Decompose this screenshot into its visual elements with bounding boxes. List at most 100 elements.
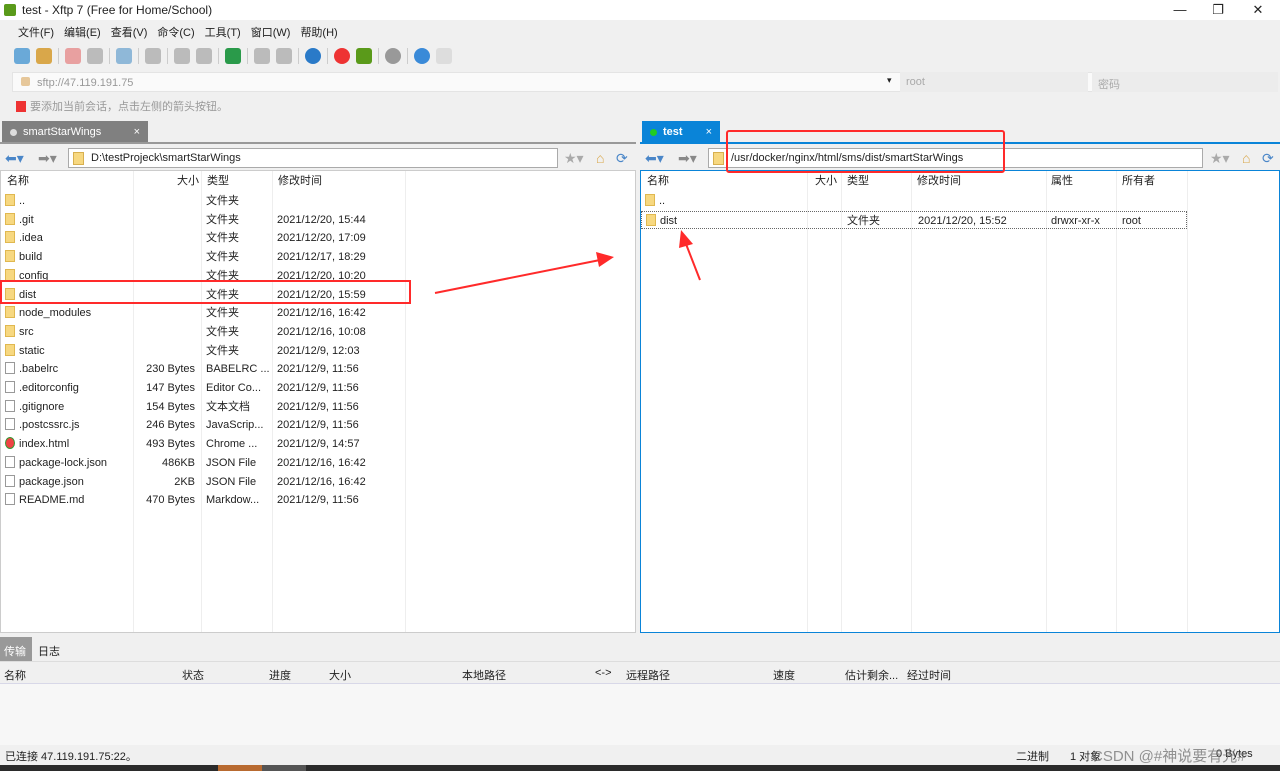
help-icon[interactable] [414,48,430,64]
file-row[interactable]: package.json 2KB JSON File 2021/12/16, 16:4… [1,473,635,491]
tab-log[interactable]: 日志 [38,643,60,659]
col-name[interactable]: 名称 [643,171,669,191]
col-name[interactable]: 名称 [3,171,29,191]
xftp-icon[interactable] [356,48,372,64]
col-date[interactable]: 修改时间 [913,171,961,191]
tab-remote[interactable]: test × [642,121,720,143]
local-path-input[interactable]: D:\testProjeck\smartStarWings [68,148,558,168]
file-row[interactable]: config 文件夹 2021/12/20, 10:20 [1,267,635,285]
file-size: 147 Bytes [146,382,195,394]
menu-file[interactable]: 文件(F) [18,24,54,40]
home-icon[interactable]: ⌂ [1242,150,1250,166]
file-row[interactable]: package-lock.json 486KB JSON File 2021/12/1… [1,454,635,472]
file-row[interactable]: .editorconfig 147 Bytes Editor Co... 2021/1… [1,379,635,397]
back-icon[interactable]: ⬅▾ [5,150,24,167]
col-eta[interactable]: 估计剩余... [845,667,898,683]
file-row[interactable]: .git 文件夹 2021/12/20, 15:44 [1,211,635,229]
col-type[interactable]: 类型 [843,171,869,191]
file-date: 2021/12/9, 11:56 [277,419,359,432]
sync-icon[interactable] [225,48,241,64]
remote-path-row: ⬅▾ ➡▾ /usr/docker/nginx/html/sms/dist/sm… [640,147,1280,169]
open-folder-icon[interactable] [36,48,52,64]
menu-edit[interactable]: 编辑(E) [64,24,101,40]
favorite-star-icon[interactable]: ★▾ [1210,150,1230,167]
address-bar[interactable]: sftp://47.119.191.75 ▾ [12,72,1278,92]
refresh-icon[interactable]: ⟳ [1262,150,1274,167]
reconnect-icon[interactable] [87,48,103,64]
col-status[interactable]: 状态 [182,667,204,683]
col-size[interactable]: 大小 [173,171,199,191]
forward-icon[interactable]: ➡▾ [38,150,57,167]
copy-icon[interactable] [254,48,270,64]
col-remote-path[interactable]: 远程路径 [626,667,670,683]
file-row[interactable]: dist 文件夹 2021/12/20, 15:59 [1,286,635,304]
minimize-button[interactable]: — [1160,0,1200,20]
restore-button[interactable]: ❐ [1198,0,1238,20]
back-icon[interactable]: ⬅▾ [645,150,664,167]
tab-local[interactable]: smartStarWings × [2,121,148,143]
folder-icon [5,212,15,225]
username-input[interactable]: root [900,72,1088,92]
menu-view[interactable]: 查看(V) [111,24,148,40]
col-size[interactable]: 大小 [329,667,351,683]
play-icon[interactable] [145,48,161,64]
paste-icon[interactable] [276,48,292,64]
col-elapsed[interactable]: 经过时间 [907,667,951,683]
download-icon[interactable] [196,48,212,64]
favorite-star-icon[interactable]: ★▾ [564,150,584,167]
disconnect-icon[interactable] [65,48,81,64]
file-row[interactable]: index.html 493 Bytes Chrome ... 2021/12/9, … [1,435,635,453]
menu-tools[interactable]: 工具(T) [205,24,241,40]
transfer-mode[interactable]: 二进制 [1016,748,1049,764]
lock-icon [21,77,30,86]
refresh-icon[interactable]: ⟳ [616,150,628,167]
close-tab-icon[interactable]: × [134,126,140,138]
globe-icon[interactable] [305,48,321,64]
col-type[interactable]: 类型 [203,171,229,191]
address-dropdown-icon[interactable]: ▾ [887,75,892,86]
gear-icon[interactable] [385,48,401,64]
file-row[interactable]: .. [641,192,1187,210]
tab-transfer[interactable]: 传输 [0,637,32,661]
menu-command[interactable]: 命令(C) [157,24,194,40]
col-local-path[interactable]: 本地路径 [462,667,506,683]
file-row[interactable]: node_modules 文件夹 2021/12/16, 16:42 [1,304,635,322]
file-row[interactable]: .gitignore 154 Bytes 文本文档 2021/12/9, 11:56 [1,398,635,416]
bookmark-icon[interactable] [16,100,26,112]
col-size[interactable]: 大小 [811,171,837,191]
col-date[interactable]: 修改时间 [274,171,322,191]
file-row[interactable]: dist 文件夹 2021/12/20, 15:52 drwxr-xr-x root [641,210,1187,229]
col-speed[interactable]: 速度 [773,667,795,683]
file-row[interactable]: static 文件夹 2021/12/9, 12:03 [1,342,635,360]
file-row[interactable]: README.md 470 Bytes Markdow... 2021/12/9, 1… [1,491,635,509]
col-progress[interactable]: 进度 [269,667,291,683]
xshell-icon[interactable] [334,48,350,64]
forward-icon[interactable]: ➡▾ [678,150,697,167]
file-type: Editor Co... [206,382,262,394]
file-name: .editorconfig [19,382,79,394]
file-row[interactable]: .postcssrc.js 246 Bytes JavaScrip... 2021/1… [1,416,635,434]
file-row[interactable]: .babelrc 230 Bytes BABELRC ... 2021/12/9, 1… [1,360,635,378]
file-row[interactable]: src 文件夹 2021/12/16, 10:08 [1,323,635,341]
close-button[interactable]: ✕ [1238,0,1278,20]
chat-icon[interactable] [436,48,452,64]
home-icon[interactable]: ⌂ [596,150,604,166]
col-attr[interactable]: 属性 [1047,171,1073,191]
menu-help[interactable]: 帮助(H) [300,24,337,40]
file-row[interactable]: .. 文件夹 [1,192,635,210]
remote-path-input[interactable]: /usr/docker/nginx/html/sms/dist/smartSta… [708,148,1203,168]
file-size: 230 Bytes [146,363,195,376]
password-input[interactable]: 密码 [1092,72,1278,92]
col-direction[interactable]: <-> [595,667,612,679]
file-name: node_modules [19,307,92,320]
file-icon [5,455,15,468]
col-name[interactable]: 名称 [4,667,26,683]
file-row[interactable]: .idea 文件夹 2021/12/20, 17:09 [1,229,635,247]
menu-window[interactable]: 窗口(W) [251,24,291,40]
close-tab-icon[interactable]: × [706,126,712,138]
upload-icon[interactable] [174,48,190,64]
new-window-icon[interactable] [116,48,132,64]
file-row[interactable]: build 文件夹 2021/12/17, 18:29 [1,248,635,266]
col-owner[interactable]: 所有者 [1118,171,1155,191]
new-session-icon[interactable] [14,48,30,64]
